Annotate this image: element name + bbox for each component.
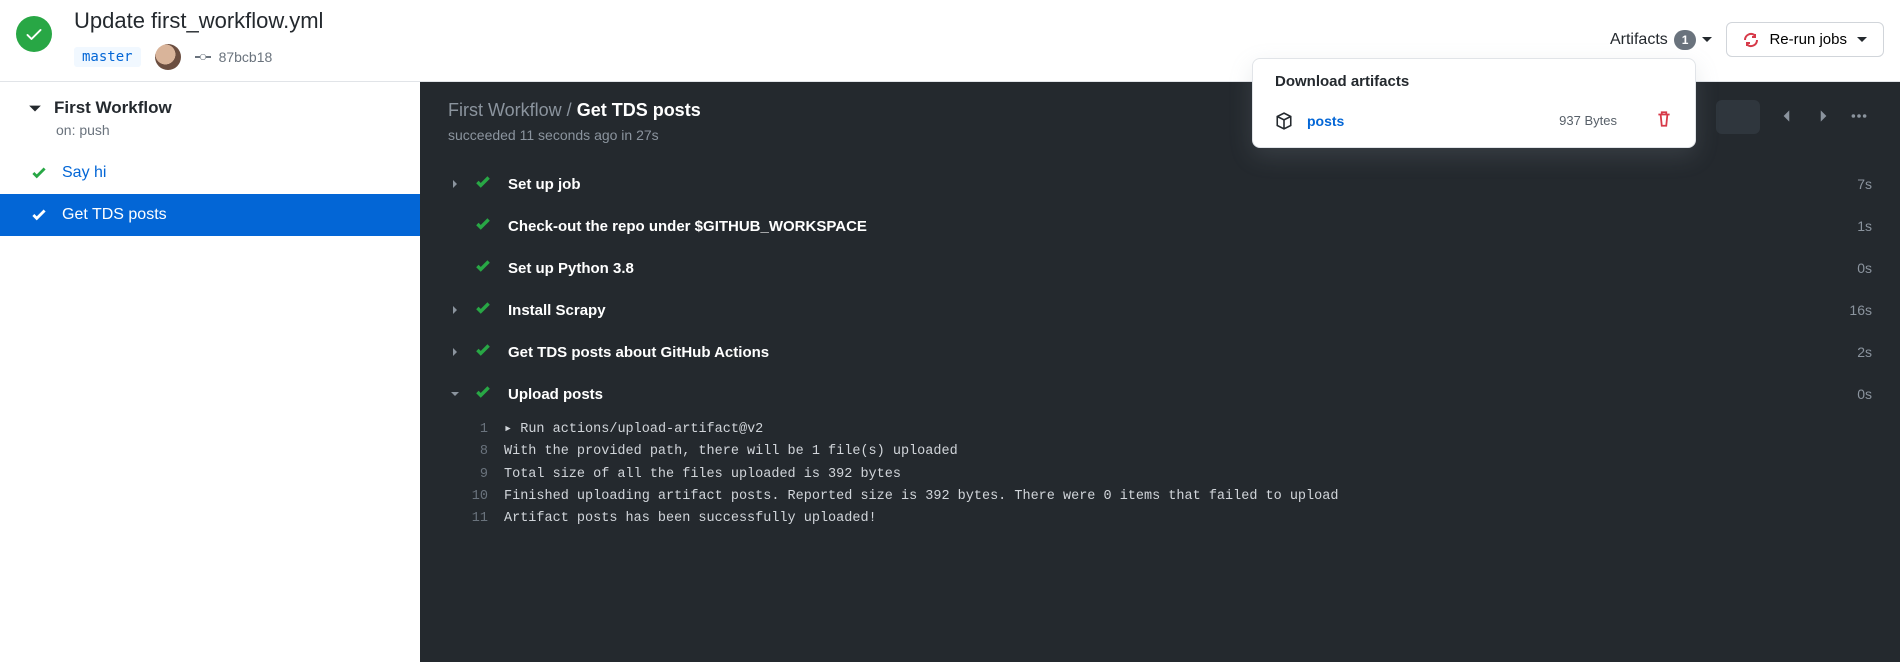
artifact-name[interactable]: posts: [1307, 113, 1559, 129]
step-log-output: 1▸ Run actions/upload-artifact@v28With t…: [420, 415, 1900, 546]
step-label: Check-out the repo under $GITHUB_WORKSPA…: [508, 218, 1857, 235]
job-breadcrumb: First Workflow / Get TDS posts: [448, 100, 701, 121]
step-duration: 0s: [1857, 260, 1872, 276]
step-duration: 2s: [1857, 344, 1872, 360]
job-item-say-hi[interactable]: Say hi: [0, 152, 420, 194]
check-icon: [474, 257, 492, 279]
step-row[interactable]: Install Scrapy16s: [420, 289, 1900, 331]
jobs-sidebar: First Workflow on: push Say hi Get TDS p…: [0, 82, 420, 662]
artifacts-dropdown-trigger[interactable]: Artifacts 1: [1610, 30, 1712, 50]
step-label: Set up Python 3.8: [508, 260, 1857, 277]
check-icon: [30, 206, 48, 224]
sync-icon: [1743, 32, 1759, 48]
step-duration: 16s: [1849, 302, 1872, 318]
log-line: 11Artifact posts has been successfully u…: [468, 508, 1872, 530]
log-options-button[interactable]: [1850, 107, 1868, 128]
chevron-right-icon[interactable]: [448, 347, 462, 357]
artifacts-count-badge: 1: [1674, 30, 1697, 50]
rerun-jobs-button[interactable]: Re-run jobs: [1726, 22, 1884, 57]
chevron-down-icon: [28, 101, 42, 115]
caret-down-icon: [1702, 37, 1712, 42]
artifact-size: 937 Bytes: [1559, 113, 1617, 128]
log-line: 8With the provided path, there will be 1…: [468, 441, 1872, 463]
step-row[interactable]: Set up Python 3.80s: [420, 247, 1900, 289]
page-header: Update first_workflow.yml master 87bcb18…: [0, 0, 1900, 82]
run-status-icon: [16, 16, 52, 52]
artifacts-popover-title: Download artifacts: [1253, 73, 1695, 100]
commit-hash[interactable]: 87bcb18: [195, 49, 273, 65]
check-icon: [474, 215, 492, 237]
log-line: 1▸ Run actions/upload-artifact@v2: [468, 419, 1872, 441]
branch-badge[interactable]: master: [74, 47, 141, 67]
check-icon: [474, 299, 492, 321]
next-result-button[interactable]: [1814, 107, 1832, 128]
step-list: Set up job7s Check-out the repo under $GI…: [420, 157, 1900, 562]
job-status-line: succeeded 11 seconds ago in 27s: [448, 127, 701, 143]
author-avatar[interactable]: [155, 44, 181, 70]
package-icon: [1275, 112, 1293, 130]
log-line: 10Finished uploading artifact posts. Rep…: [468, 486, 1872, 508]
commit-title[interactable]: Update first_workflow.yml: [74, 8, 323, 34]
check-icon: [474, 173, 492, 195]
chevron-down-icon[interactable]: [448, 389, 462, 399]
check-icon: [474, 341, 492, 363]
prev-result-button[interactable]: [1778, 107, 1796, 128]
artifact-row[interactable]: posts 937 Bytes: [1253, 100, 1695, 141]
log-search-input[interactable]: [1716, 100, 1760, 134]
delete-artifact-button[interactable]: [1655, 110, 1673, 131]
workflow-subtitle: on: push: [0, 122, 420, 152]
step-duration: 1s: [1857, 218, 1872, 234]
chevron-right-icon[interactable]: [448, 305, 462, 315]
step-row[interactable]: Get TDS posts about GitHub Actions2s: [420, 331, 1900, 373]
log-line: 9Total size of all the files uploaded is…: [468, 464, 1872, 486]
caret-down-icon: [1857, 37, 1867, 42]
commit-icon: [195, 49, 211, 65]
step-label: Upload posts: [508, 386, 1857, 403]
job-log-pane: First Workflow / Get TDS posts succeeded…: [420, 82, 1900, 662]
step-label: Get TDS posts about GitHub Actions: [508, 344, 1857, 361]
step-row[interactable]: Check-out the repo under $GITHUB_WORKSPA…: [420, 205, 1900, 247]
job-item-get-tds-posts[interactable]: Get TDS posts: [0, 194, 420, 236]
step-label: Install Scrapy: [508, 302, 1849, 319]
workflow-header[interactable]: First Workflow: [0, 82, 420, 122]
step-row[interactable]: Upload posts0s: [420, 373, 1900, 415]
chevron-right-icon[interactable]: [448, 179, 462, 189]
step-label: Set up job: [508, 176, 1857, 193]
artifacts-popover: Download artifacts posts 937 Bytes: [1252, 58, 1696, 148]
step-row[interactable]: Set up job7s: [420, 163, 1900, 205]
check-icon: [474, 383, 492, 405]
check-icon: [30, 164, 48, 182]
step-duration: 0s: [1857, 386, 1872, 402]
step-duration: 7s: [1857, 176, 1872, 192]
